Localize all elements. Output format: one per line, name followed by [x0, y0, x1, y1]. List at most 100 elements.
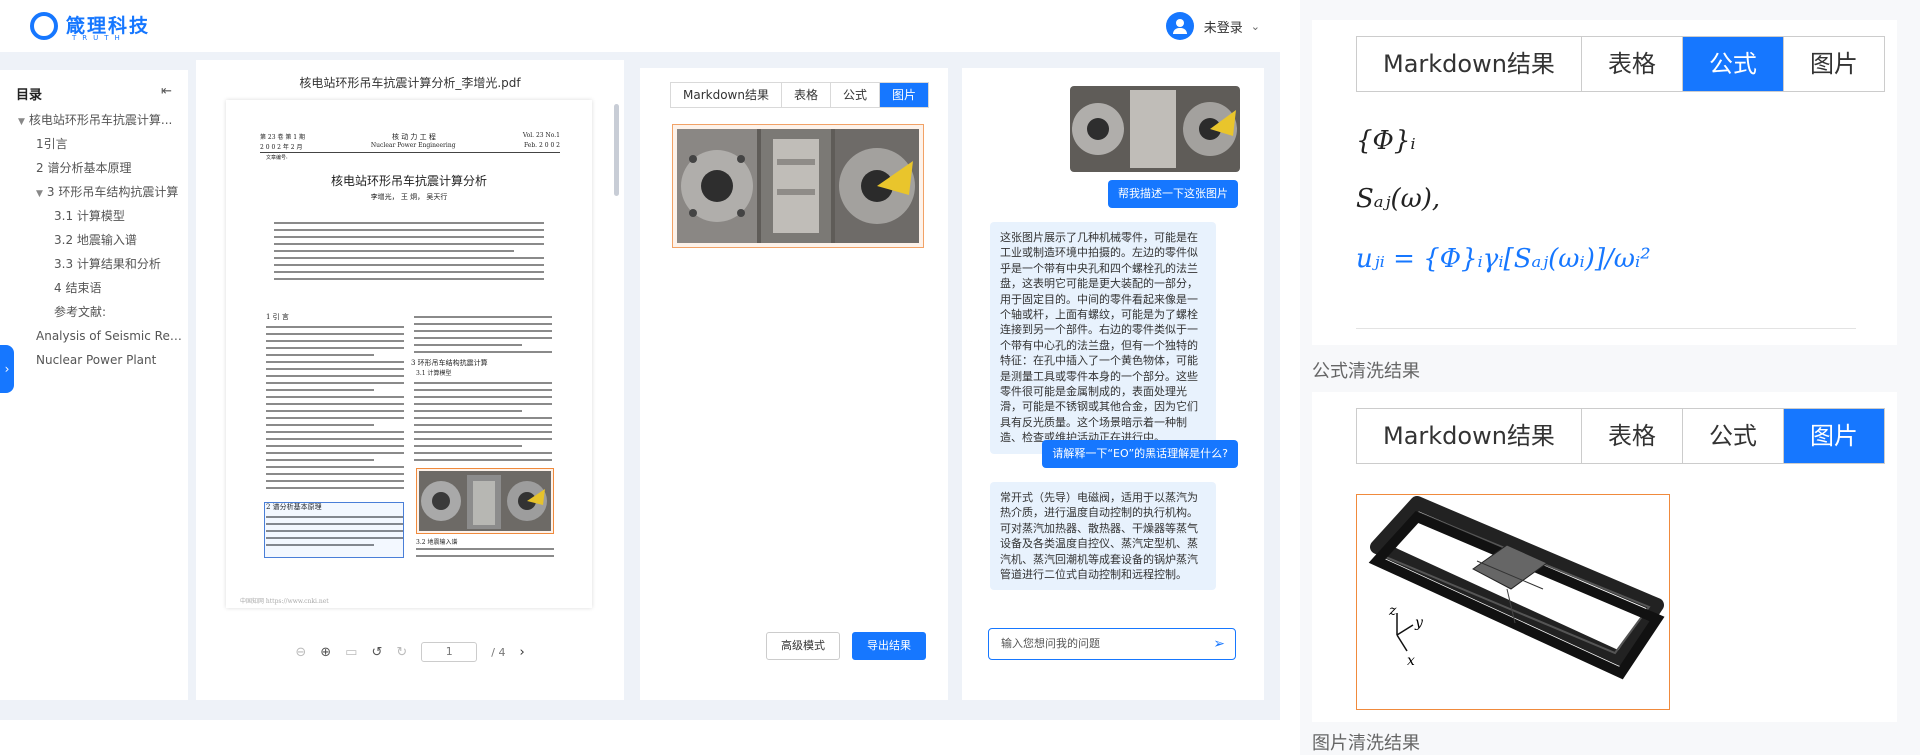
crane-structure-diagram: z y x — [1368, 496, 1665, 680]
expand-triangle-icon[interactable]: ▼ — [36, 182, 43, 204]
page-total: / 4 — [491, 645, 506, 659]
toc-item[interactable]: 3.1 计算模型 — [0, 204, 188, 228]
showcase-tab[interactable]: Markdown结果 — [1357, 37, 1582, 91]
journal-date-en: Feb. 2 0 0 2 — [523, 142, 560, 149]
machine-parts-photo — [419, 471, 551, 531]
expand-sidebar-button[interactable]: › — [0, 345, 14, 393]
result-tab[interactable]: 表格 — [782, 83, 831, 107]
fit-page-icon[interactable]: ▭ — [345, 645, 357, 660]
formula-result-card: Markdown结果 表格 公式 图片 {Φ}ᵢ Sₐⱼ(ω), uⱼᵢ = {Φ}ᵢ… — [1312, 20, 1897, 345]
result-tab[interactable]: Markdown结果 — [671, 83, 782, 107]
pdf-text-line — [274, 250, 514, 252]
toc-item[interactable]: ▼ 核电站环形吊车抗震计算... — [0, 108, 188, 132]
next-page-icon[interactable]: › — [519, 645, 524, 660]
section-1-heading: 1 引 言 — [266, 313, 289, 321]
pdf-highlighted-figure[interactable] — [416, 468, 554, 534]
pdf-text-line — [414, 389, 552, 391]
journal-volume: 第 23 卷 第 1 期 — [260, 134, 305, 141]
crane-model-image[interactable]: z y x — [1356, 494, 1670, 710]
pdf-text-line — [266, 340, 404, 342]
collapse-toc-icon[interactable]: ⇤ — [161, 84, 172, 99]
pdf-text-line — [266, 347, 404, 349]
toc-item[interactable]: 4 结束语 — [0, 276, 188, 300]
expand-triangle-icon[interactable]: ▼ — [18, 110, 25, 132]
pdf-text-line — [266, 431, 404, 433]
chat-input-placeholder: 输入您想问我的问题 — [1001, 637, 1100, 650]
pdf-text-line — [274, 222, 544, 224]
pdf-text-line — [416, 555, 554, 557]
toc-item[interactable]: ▼ 3 环形吊车结构抗震计算 — [0, 180, 188, 204]
pdf-text-line — [266, 473, 404, 475]
axis-x-label: x — [1407, 653, 1415, 669]
formula-card-tabs: Markdown结果 表格 公式 图片 — [1356, 36, 1885, 92]
toc-item-label: 3.1 计算模型 — [54, 209, 125, 223]
page-number-input[interactable]: 1 — [421, 642, 478, 662]
result-tab[interactable]: 图片 — [880, 83, 929, 107]
showcase-tab[interactable]: Markdown结果 — [1357, 409, 1582, 463]
user-message-2: 请解释一下“EO”的黑话理解是什么? — [1042, 440, 1238, 468]
zoom-in-icon[interactable]: ⊕ — [320, 645, 331, 660]
advanced-mode-button[interactable]: 高级模式 — [766, 632, 840, 660]
toc-item-label: 3 环形吊车结构抗震计算 — [46, 185, 179, 199]
toc-item[interactable]: 2 谱分析基本原理 — [0, 156, 188, 180]
toc-item[interactable]: 3.2 地震输入谱 — [0, 228, 188, 252]
toc-item[interactable]: 1引言 — [0, 132, 188, 156]
result-tab[interactable]: 公式 — [831, 83, 881, 107]
pdf-text-line — [266, 382, 404, 384]
toc-item[interactable]: Analysis of Seismic Respo... — [0, 324, 188, 348]
image-caption: 图片清洗结果 — [1312, 733, 1420, 754]
showcase-tab[interactable]: 表格 — [1582, 409, 1683, 463]
toc-item[interactable]: Nuclear Power Plant — [0, 348, 188, 372]
toc-item[interactable]: 参考文献: — [0, 300, 188, 324]
image-card-tabs: Markdown结果 表格 公式 图片 — [1356, 408, 1885, 464]
showcase-tab[interactable]: 图片 — [1784, 37, 1884, 91]
pdf-text-line — [414, 351, 552, 353]
pdf-text-line — [414, 424, 552, 426]
send-icon[interactable]: ➢ — [1213, 629, 1225, 659]
chat-input[interactable]: 输入您想问我的问题 ➢ — [988, 628, 1236, 660]
pdf-text-line — [266, 410, 404, 412]
showcase-tab[interactable]: 公式 — [1683, 409, 1784, 463]
showcase-tab[interactable]: 表格 — [1582, 37, 1683, 91]
pdf-text-line — [266, 403, 404, 405]
pdf-text-line — [414, 330, 552, 332]
machine-parts-thumbnail — [1070, 86, 1240, 172]
pdf-text-line — [274, 264, 544, 266]
pdf-toolbar: ⊖ ⊕ ▭ ↺ ↻ 1 / 4 › — [196, 638, 624, 666]
toc-item-label: 参考文献: — [54, 305, 107, 319]
user-menu[interactable]: 未登录 ⌄ — [1165, 12, 1260, 40]
journal-name: 核 动 力 工 程 — [391, 133, 436, 141]
export-results-button[interactable]: 导出结果 — [852, 632, 926, 660]
chat-uploaded-image[interactable] — [1070, 86, 1240, 172]
pdf-text-line — [266, 438, 404, 440]
result-panel: Markdown结果 表格 公式 图片 高级模式 导出结果 — [640, 68, 948, 700]
pdf-text-line — [414, 452, 552, 454]
pdf-scrollbar[interactable] — [614, 104, 619, 196]
extracted-image-card[interactable] — [672, 124, 924, 248]
pdf-text-line — [414, 403, 552, 405]
showcase-tab[interactable]: 公式 — [1682, 37, 1784, 91]
showcase-tab[interactable]: 图片 — [1783, 409, 1884, 463]
pdf-text-line — [266, 375, 404, 377]
pdf-text-line — [414, 459, 552, 461]
pdf-text-line — [274, 257, 544, 259]
pdf-highlighted-formula[interactable] — [264, 502, 404, 558]
toc-item[interactable]: 3.3 计算结果和分析 — [0, 252, 188, 276]
toc-item-label: 1引言 — [36, 137, 68, 151]
rotate-right-icon[interactable]: ↻ — [396, 645, 407, 660]
section-32-heading: 3.2 地震输入谱 — [416, 539, 458, 546]
pdf-text-line — [266, 417, 404, 419]
cnki-watermark: 中国知网 https://www.cnki.net — [240, 598, 329, 605]
user-message-1: 帮我描述一下这张图片 — [1108, 180, 1238, 208]
top-bar: 箴理科技 TRUTH 未登录 ⌄ — [0, 0, 1280, 52]
pdf-text-line — [274, 243, 544, 245]
pdf-text-line — [274, 271, 544, 273]
rotate-left-icon[interactable]: ↺ — [371, 645, 382, 660]
toc-item-label: 3.2 地震输入谱 — [54, 233, 137, 247]
pdf-text-line — [266, 389, 374, 391]
pdf-text-line — [414, 323, 552, 325]
pdf-text-line — [266, 466, 404, 468]
toc-title: 目录 — [16, 88, 43, 103]
pdf-text-line — [414, 438, 552, 440]
zoom-out-icon[interactable]: ⊖ — [295, 645, 306, 660]
